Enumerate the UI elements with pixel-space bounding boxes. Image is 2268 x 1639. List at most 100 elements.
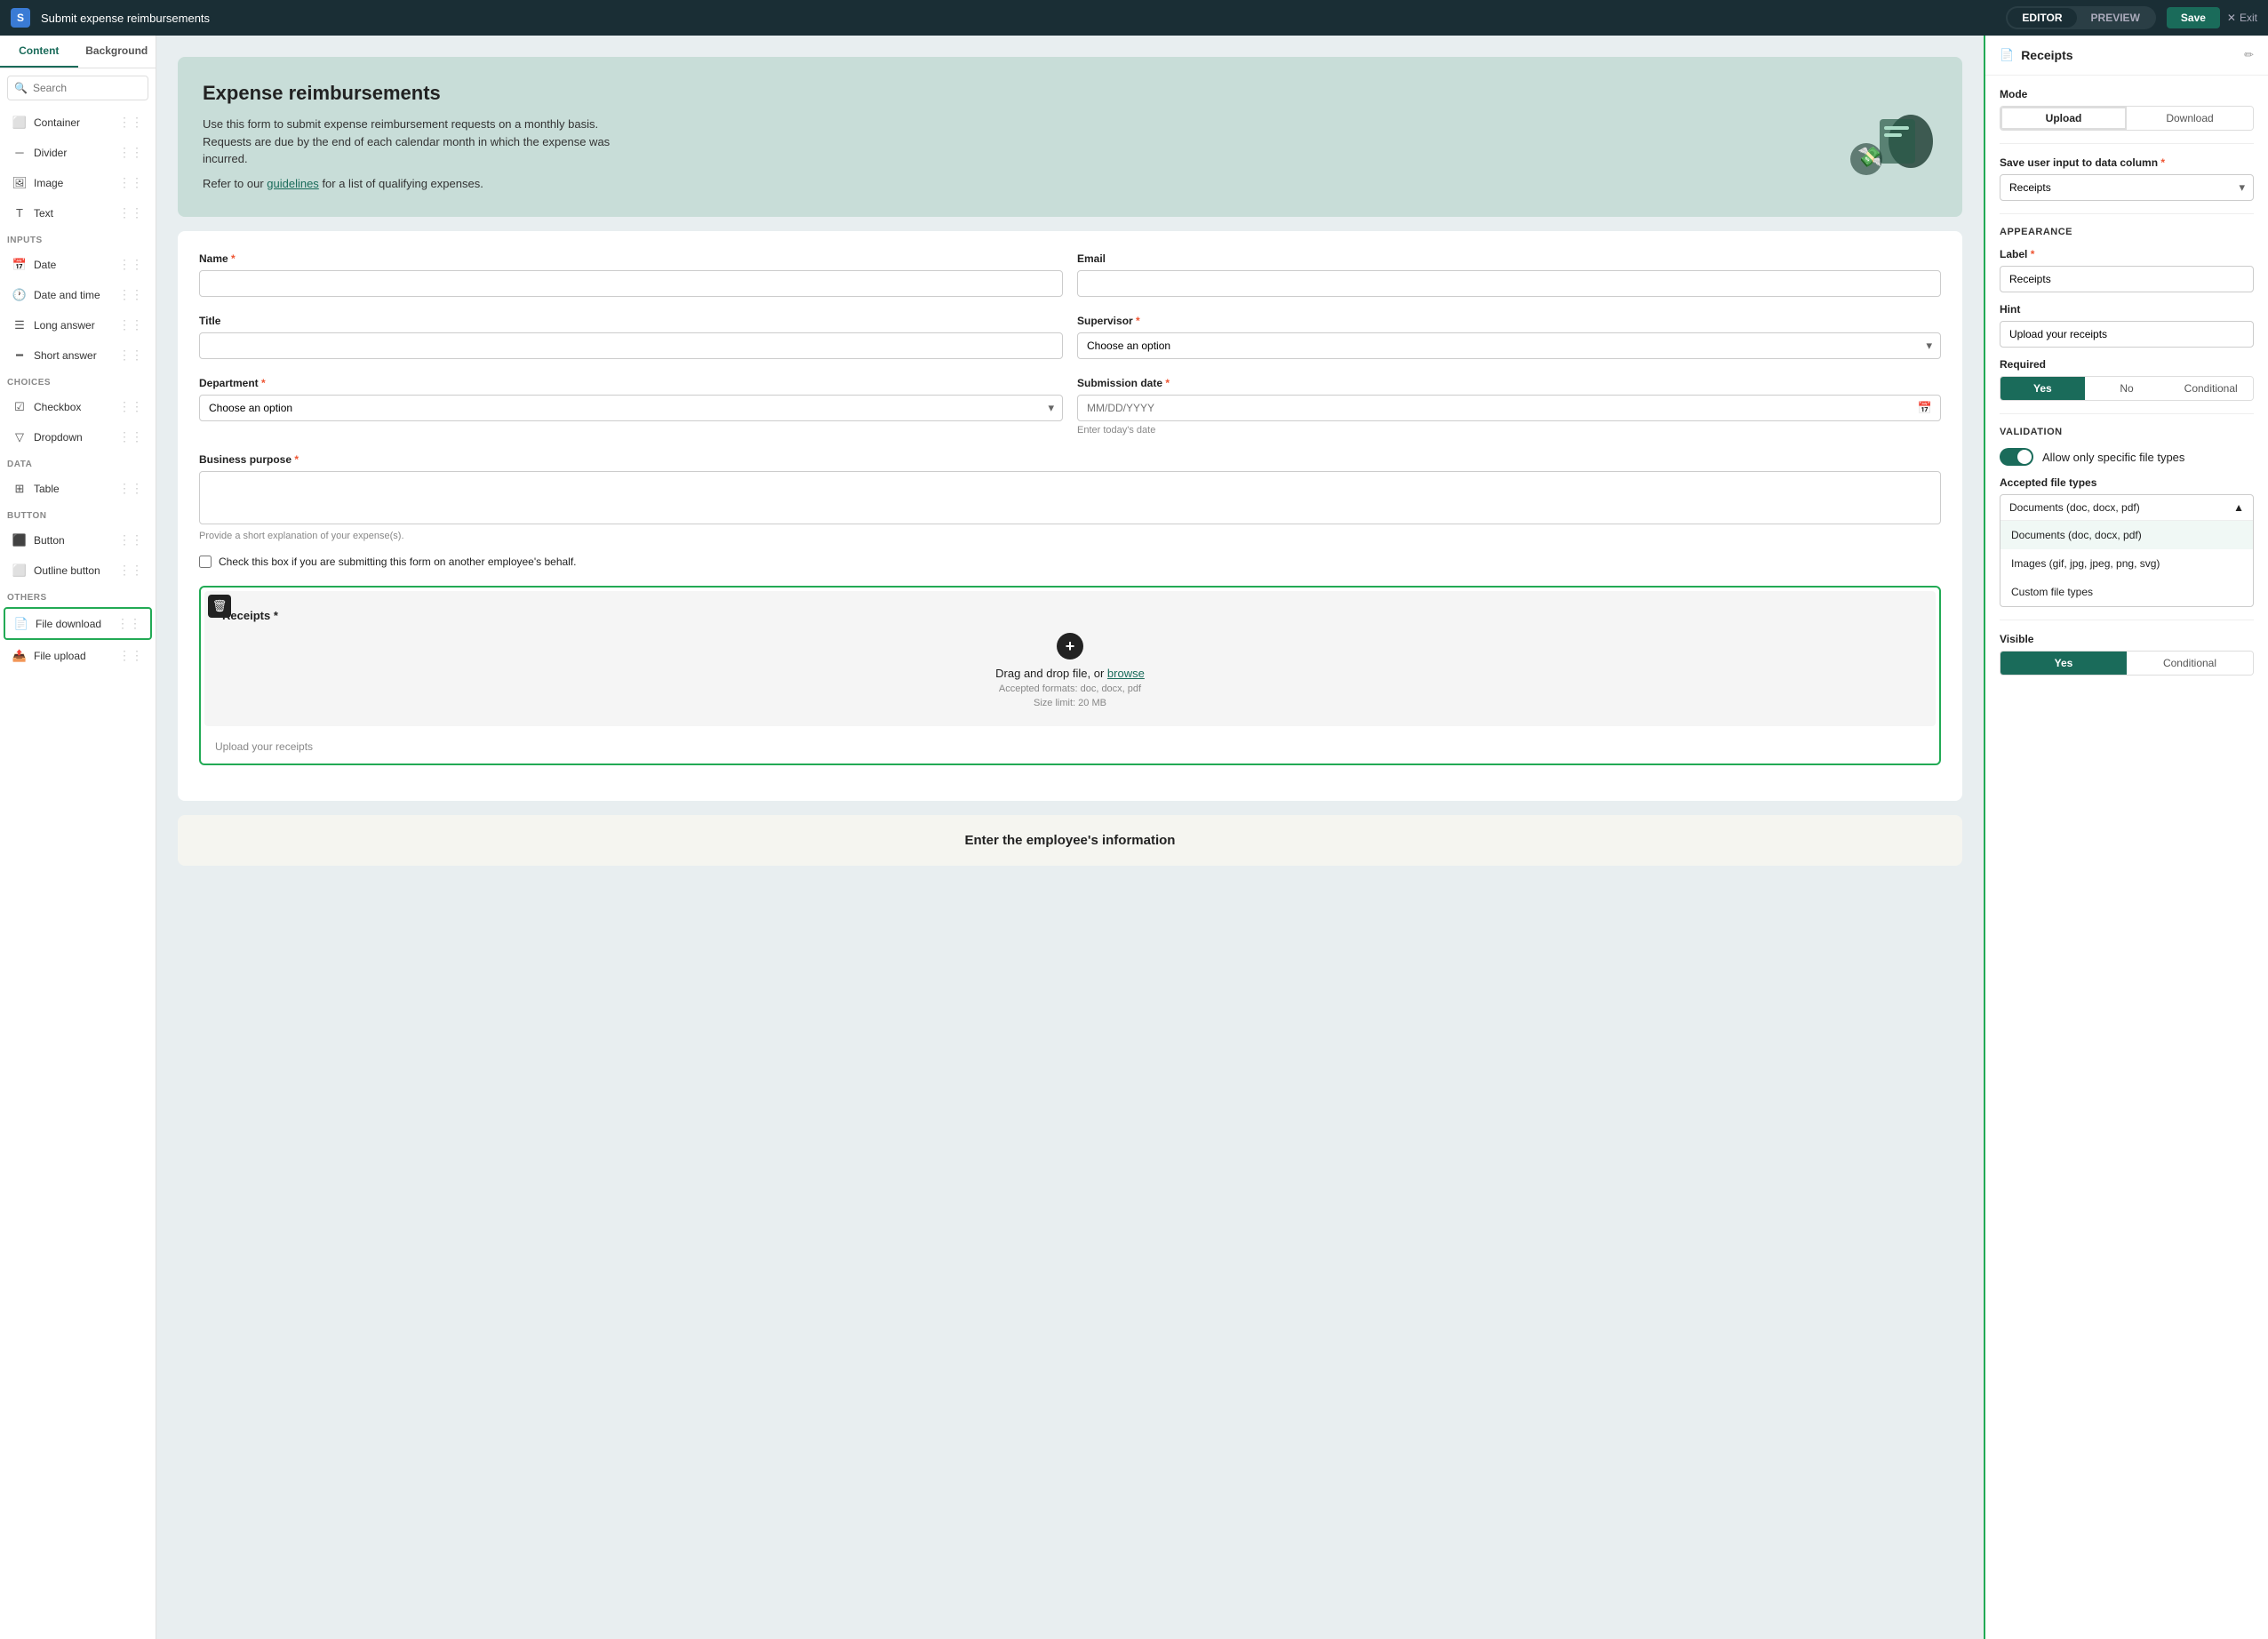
upload-text: Drag and drop file, or browse: [222, 667, 1918, 680]
sidebar-item-table[interactable]: ⊞ Table ⋮⋮: [4, 474, 152, 503]
sidebar-item-dropdown[interactable]: ▽ Dropdown ⋮⋮: [4, 422, 152, 452]
sidebar-item-button[interactable]: ⬛ Button ⋮⋮: [4, 525, 152, 555]
behalf-checkbox[interactable]: [199, 556, 212, 568]
file-types-dropdown[interactable]: Documents (doc, docx, pdf) ▲ Documents (…: [2000, 494, 2254, 607]
sidebar-label-short-answer: Short answer: [34, 349, 97, 362]
input-submission-date[interactable]: [1077, 395, 1941, 421]
input-email[interactable]: [1077, 270, 1941, 297]
option-documents[interactable]: Documents (doc, docx, pdf): [2000, 521, 2253, 549]
save-col-select[interactable]: Receipts: [2000, 174, 2254, 201]
sidebar-label-container: Container: [34, 116, 80, 129]
tab-editor[interactable]: EDITOR: [2008, 8, 2076, 28]
sidebar-item-file-download[interactable]: 📄 File download ⋮⋮: [4, 607, 152, 640]
option-images[interactable]: Images (gif, jpg, jpeg, png, svg): [2000, 549, 2253, 578]
text-icon: T: [12, 206, 27, 220]
search-input[interactable]: [7, 76, 148, 100]
sidebar-item-datetime[interactable]: 🕐 Date and time ⋮⋮: [4, 280, 152, 309]
hint-input[interactable]: [2000, 321, 2254, 348]
exit-button[interactable]: ✕ Exit: [2227, 12, 2257, 24]
tab-content[interactable]: Content: [0, 36, 78, 68]
visible-section: Visible Yes Conditional: [1985, 620, 2268, 688]
input-title[interactable]: [199, 332, 1063, 359]
header-illustration: 💸: [1831, 92, 1937, 181]
sidebar-item-container[interactable]: ⬜ Container ⋮⋮: [4, 108, 152, 137]
mode-upload-btn[interactable]: Upload: [2000, 107, 2127, 130]
dropdown-selected-value: Documents (doc, docx, pdf): [2009, 501, 2140, 514]
outline-button-icon: ⬜: [12, 564, 27, 578]
sidebar-label-outline-button: Outline button: [34, 564, 100, 577]
visible-buttons: Yes Conditional: [2000, 651, 2254, 676]
req-conditional-btn[interactable]: Conditional: [2168, 377, 2253, 400]
calendar-icon: 📅: [1918, 401, 1932, 415]
form-desc: Use this form to submit expense reimburs…: [203, 116, 647, 168]
label-input[interactable]: [2000, 266, 2254, 292]
search-icon: 🔍: [14, 82, 28, 94]
form-header-text: Expense reimbursements Use this form to …: [203, 82, 647, 192]
drag-handle: ⋮⋮: [118, 532, 143, 548]
req-yes-btn[interactable]: Yes: [2000, 377, 2085, 400]
panel-title: Receipts: [2021, 48, 2237, 62]
topbar-actions: Save ✕ Exit: [2167, 7, 2257, 28]
drag-handle: ⋮⋮: [118, 348, 143, 363]
delete-widget-button[interactable]: 🗑: [208, 595, 231, 618]
sidebar-tabs: Content Background: [0, 36, 156, 68]
tab-background[interactable]: Background: [78, 36, 156, 68]
section-others: OTHERS: [0, 586, 156, 606]
required-buttons: Yes No Conditional: [2000, 376, 2254, 401]
sidebar-label-file-upload: File upload: [34, 650, 86, 662]
sidebar-label-date: Date: [34, 259, 56, 271]
sidebar-item-image[interactable]: 🖼 Image ⋮⋮: [4, 168, 152, 197]
save-button[interactable]: Save: [2167, 7, 2220, 28]
input-name[interactable]: [199, 270, 1063, 297]
business-purpose-hint: Provide a short explanation of your expe…: [199, 531, 1941, 541]
sidebar-item-date[interactable]: 📅 Date ⋮⋮: [4, 250, 152, 279]
required-label: Required: [2000, 358, 2254, 371]
req-no-btn[interactable]: No: [2085, 377, 2169, 400]
topbar: S Submit expense reimbursements EDITOR P…: [0, 0, 2268, 36]
sidebar-item-short-answer[interactable]: ━ Short answer ⋮⋮: [4, 340, 152, 370]
mode-download-btn[interactable]: Download: [2127, 107, 2253, 130]
browse-link[interactable]: browse: [1107, 667, 1145, 680]
hint-field-label: Hint: [2000, 303, 2254, 316]
form-body: Name * Email Title Supervisor *: [178, 231, 1962, 801]
drag-handle: ⋮⋮: [118, 429, 143, 444]
main-layout: Content Background 🔍 ⬜ Container ⋮⋮ ─ Di…: [0, 36, 2268, 1639]
option-custom[interactable]: Custom file types: [2000, 578, 2253, 606]
file-type-toggle[interactable]: [2000, 448, 2033, 466]
tab-preview[interactable]: PREVIEW: [2077, 8, 2154, 28]
dropdown-header[interactable]: Documents (doc, docx, pdf) ▲: [2000, 495, 2253, 521]
appearance-section: APPEARANCE Label * Hint Required Yes No …: [1985, 214, 2268, 413]
textarea-business-purpose[interactable]: [199, 471, 1941, 524]
section-choices: CHOICES: [0, 371, 156, 391]
sidebar-item-text[interactable]: T Text ⋮⋮: [4, 198, 152, 228]
sidebar-item-long-answer[interactable]: ☰ Long answer ⋮⋮: [4, 310, 152, 340]
right-panel: 📄 Receipts ✏ Mode Upload Download Save u…: [1984, 36, 2268, 1639]
page-title: Submit expense reimbursements: [41, 12, 1995, 25]
mode-section: Mode Upload Download: [1985, 76, 2268, 143]
drag-handle: ⋮⋮: [118, 145, 143, 160]
label-department: Department *: [199, 377, 1063, 389]
toggle-thumb: [2017, 450, 2032, 464]
edit-icon[interactable]: ✏: [2244, 48, 2254, 62]
bottom-title: Enter the employee's information: [196, 833, 1945, 848]
select-department[interactable]: Choose an option: [199, 395, 1063, 421]
sidebar-item-checkbox[interactable]: ☑ Checkbox ⋮⋮: [4, 392, 152, 421]
drag-handle: ⋮⋮: [118, 287, 143, 302]
sidebar-label-table: Table: [34, 483, 60, 495]
guidelines-link[interactable]: guidelines: [267, 177, 319, 190]
field-business-purpose: Business purpose * Provide a short expla…: [199, 453, 1941, 541]
upload-size: Size limit: 20 MB: [222, 698, 1918, 708]
sidebar-item-divider[interactable]: ─ Divider ⋮⋮: [4, 138, 152, 167]
sidebar-item-file-upload[interactable]: 📤 File upload ⋮⋮: [4, 641, 152, 670]
date-icon: 📅: [12, 258, 27, 272]
vis-yes-btn[interactable]: Yes: [2000, 652, 2127, 675]
button-icon: ⬛: [12, 533, 27, 548]
file-upload-area: Receipts * + Drag and drop file, or brow…: [204, 591, 1936, 726]
sidebar-label-long-answer: Long answer: [34, 319, 95, 332]
row-name-email: Name * Email: [199, 252, 1941, 297]
sidebar-label-image: Image: [34, 177, 63, 189]
vis-conditional-btn[interactable]: Conditional: [2127, 652, 2253, 675]
select-supervisor[interactable]: Choose an option: [1077, 332, 1941, 359]
sidebar-item-outline-button[interactable]: ⬜ Outline button ⋮⋮: [4, 556, 152, 585]
file-types-label: Accepted file types: [2000, 476, 2254, 489]
